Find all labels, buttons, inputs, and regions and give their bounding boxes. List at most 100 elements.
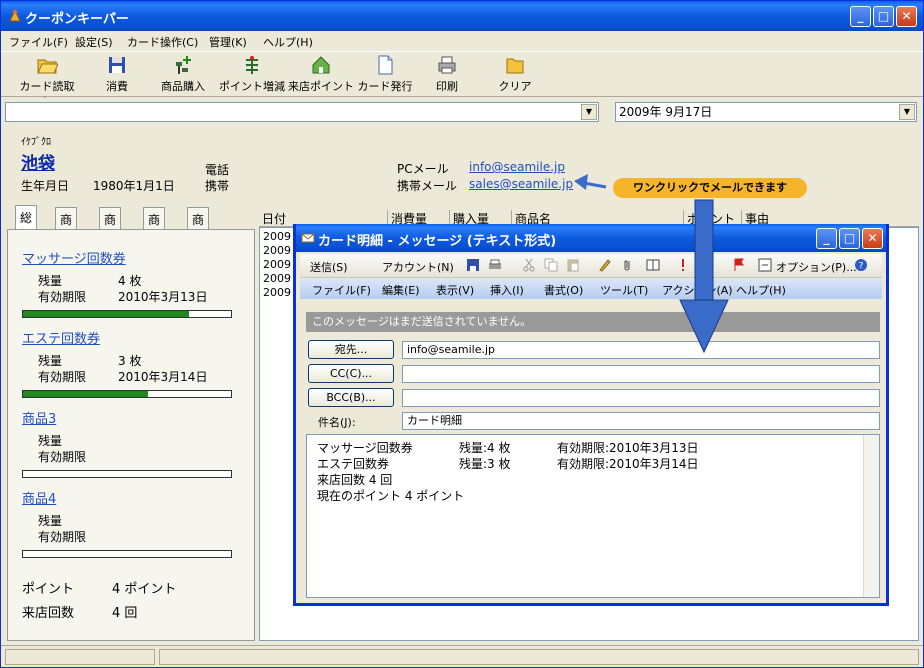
- dmenu-insert[interactable]: 挿入(I): [490, 282, 524, 298]
- print-button[interactable]: 印刷: [427, 54, 467, 94]
- tab-item3[interactable]: 商品3: [143, 207, 166, 259]
- send-button[interactable]: 送信(S): [310, 259, 348, 275]
- dmenu-view[interactable]: 表示(V): [436, 282, 474, 298]
- save-icon[interactable]: [466, 258, 480, 272]
- menu-manage[interactable]: 管理(K): [209, 34, 247, 50]
- menu-bar: ファイル(F) 設定(S) カード操作(C) 管理(K) ヘルプ(H): [1, 31, 923, 51]
- address-bar: ▼ 2009年 9月17日 ▼: [1, 98, 923, 124]
- dmenu-format[interactable]: 書式(O): [544, 282, 583, 298]
- close-button[interactable]: ✕: [896, 6, 917, 27]
- section-title[interactable]: 商品3: [22, 408, 56, 427]
- window-title: クーポンキーパー: [25, 12, 129, 27]
- body-line: 残量:4 枚: [459, 441, 511, 455]
- scrollbar[interactable]: [863, 435, 879, 597]
- account-button[interactable]: アカウント(N): [382, 259, 454, 275]
- tab-item4[interactable]: 商品4: [187, 207, 210, 259]
- subject-field[interactable]: カード明細: [402, 412, 880, 430]
- bcc-button[interactable]: BCC(B)...: [308, 388, 394, 407]
- purchase-button[interactable]: 商品購入: [153, 54, 213, 94]
- list-item[interactable]: 2009: [263, 230, 291, 243]
- date-picker[interactable]: 2009年 9月17日 ▼: [615, 102, 917, 122]
- help-icon[interactable]: ?: [854, 258, 868, 272]
- minimize-button[interactable]: _: [816, 228, 837, 249]
- title-bar[interactable]: クーポンキーパー _ □ ✕: [1, 1, 923, 31]
- progress-bar: [22, 310, 232, 318]
- remaining-value: 4 枚: [118, 274, 142, 288]
- dialog-title-bar[interactable]: カード明細 - メッセージ (テキスト形式) _ □ ✕: [296, 224, 886, 252]
- search-combo[interactable]: ▼: [5, 102, 599, 122]
- cc-button[interactable]: CC(C)...: [308, 364, 394, 383]
- dialog-menu-bar: ファイル(F) 編集(E) 表示(V) 挿入(I) 書式(O) ツール(T) ア…: [300, 279, 882, 299]
- document-icon: [378, 55, 393, 75]
- copy-icon[interactable]: [544, 258, 558, 272]
- tab-item2[interactable]: 商品2: [99, 207, 122, 259]
- folder-open-icon: [37, 59, 58, 74]
- mobilemail-link[interactable]: sales@seamile.jp: [469, 177, 573, 191]
- print-icon[interactable]: [488, 258, 502, 272]
- paste-icon[interactable]: [566, 258, 580, 272]
- body-line: 残量:3 枚: [459, 457, 511, 471]
- dmenu-file[interactable]: ファイル(F): [312, 282, 371, 298]
- tab-item1[interactable]: 商品1: [55, 207, 78, 259]
- options-icon[interactable]: [758, 258, 772, 272]
- status-bar: [1, 645, 923, 667]
- list-item[interactable]: 2009: [263, 244, 291, 257]
- chevron-down-icon[interactable]: ▼: [581, 104, 597, 120]
- list-item[interactable]: 2009: [263, 286, 291, 299]
- callout-badge: ワンクリックでメールできます: [613, 178, 807, 198]
- customer-name[interactable]: 池袋: [21, 149, 55, 174]
- minimize-button[interactable]: _: [850, 6, 871, 27]
- address-book-icon[interactable]: [646, 258, 660, 272]
- bcc-field[interactable]: [402, 389, 880, 407]
- options-button[interactable]: オプション(P)...: [776, 259, 857, 275]
- message-body[interactable]: マッサージ回数券 残量:4 枚 有効期限:2010年3月13日 エステ回数券 残…: [306, 434, 880, 598]
- tab-summary[interactable]: 総括: [15, 205, 38, 242]
- list-item[interactable]: 2009: [263, 258, 291, 271]
- to-field[interactable]: info@seamile.jp: [402, 341, 880, 359]
- col-date[interactable]: 日付: [259, 210, 286, 227]
- pcmail-link[interactable]: info@seamile.jp: [469, 160, 565, 174]
- to-button[interactable]: 宛先...: [308, 340, 394, 359]
- menu-file[interactable]: ファイル(F): [9, 34, 68, 50]
- close-button[interactable]: ✕: [862, 228, 883, 249]
- flag-icon[interactable]: [732, 258, 746, 272]
- subject-label: 件名(J):: [318, 416, 356, 429]
- birth-label: 生年月日: [21, 179, 70, 193]
- menu-settings[interactable]: 設定(S): [75, 34, 113, 50]
- clear-button[interactable]: クリア: [497, 54, 533, 94]
- unsent-notice: このメッセージはまだ送信されていません。: [306, 312, 880, 332]
- maximize-button[interactable]: □: [873, 6, 894, 27]
- point-value: 4 ポイント: [112, 582, 177, 597]
- importance-icon[interactable]: [676, 258, 690, 272]
- attach-icon[interactable]: [620, 258, 634, 272]
- section-title[interactable]: 商品4: [22, 488, 56, 507]
- section-title[interactable]: エステ回数券: [22, 328, 100, 347]
- cc-field[interactable]: [402, 365, 880, 383]
- summary-panel: マッサージ回数券 残量 4 枚 有効期限 2010年3月13日 エステ回数券 残…: [7, 229, 255, 641]
- dmenu-help[interactable]: ヘルプ(H): [736, 282, 786, 298]
- house-icon: [312, 56, 330, 74]
- progress-bar: [22, 550, 232, 558]
- expiry-label: 有効期限: [38, 370, 87, 384]
- cut-icon[interactable]: [522, 258, 536, 272]
- points-adjust-button[interactable]: ポイント増減: [217, 54, 287, 94]
- dmenu-tools[interactable]: ツール(T): [600, 282, 648, 298]
- menu-help[interactable]: ヘルプ(H): [263, 34, 313, 50]
- body-line: 有効期限:2010年3月13日: [557, 441, 699, 455]
- remaining-label: 残量: [38, 514, 63, 528]
- body-line: マッサージ回数券: [317, 441, 413, 455]
- consume-button[interactable]: 消費: [97, 54, 137, 94]
- expiry-label: 有効期限: [38, 290, 87, 304]
- menu-card[interactable]: カード操作(C): [127, 34, 198, 50]
- check-names-icon[interactable]: [598, 258, 612, 272]
- chevron-down-icon[interactable]: ▼: [899, 104, 915, 120]
- section-title[interactable]: マッサージ回数券: [22, 248, 126, 267]
- maximize-button[interactable]: □: [839, 228, 860, 249]
- folder-icon: [506, 58, 524, 74]
- dmenu-edit[interactable]: 編集(E): [382, 282, 420, 298]
- card-issue-button[interactable]: カード発行: [355, 54, 415, 94]
- dmenu-action[interactable]: アクション(A): [662, 282, 733, 298]
- dialog-title: カード明細 - メッセージ (テキスト形式): [318, 234, 557, 249]
- list-item[interactable]: 2009: [263, 272, 291, 285]
- visit-point-button[interactable]: 来店ポイント: [287, 54, 355, 94]
